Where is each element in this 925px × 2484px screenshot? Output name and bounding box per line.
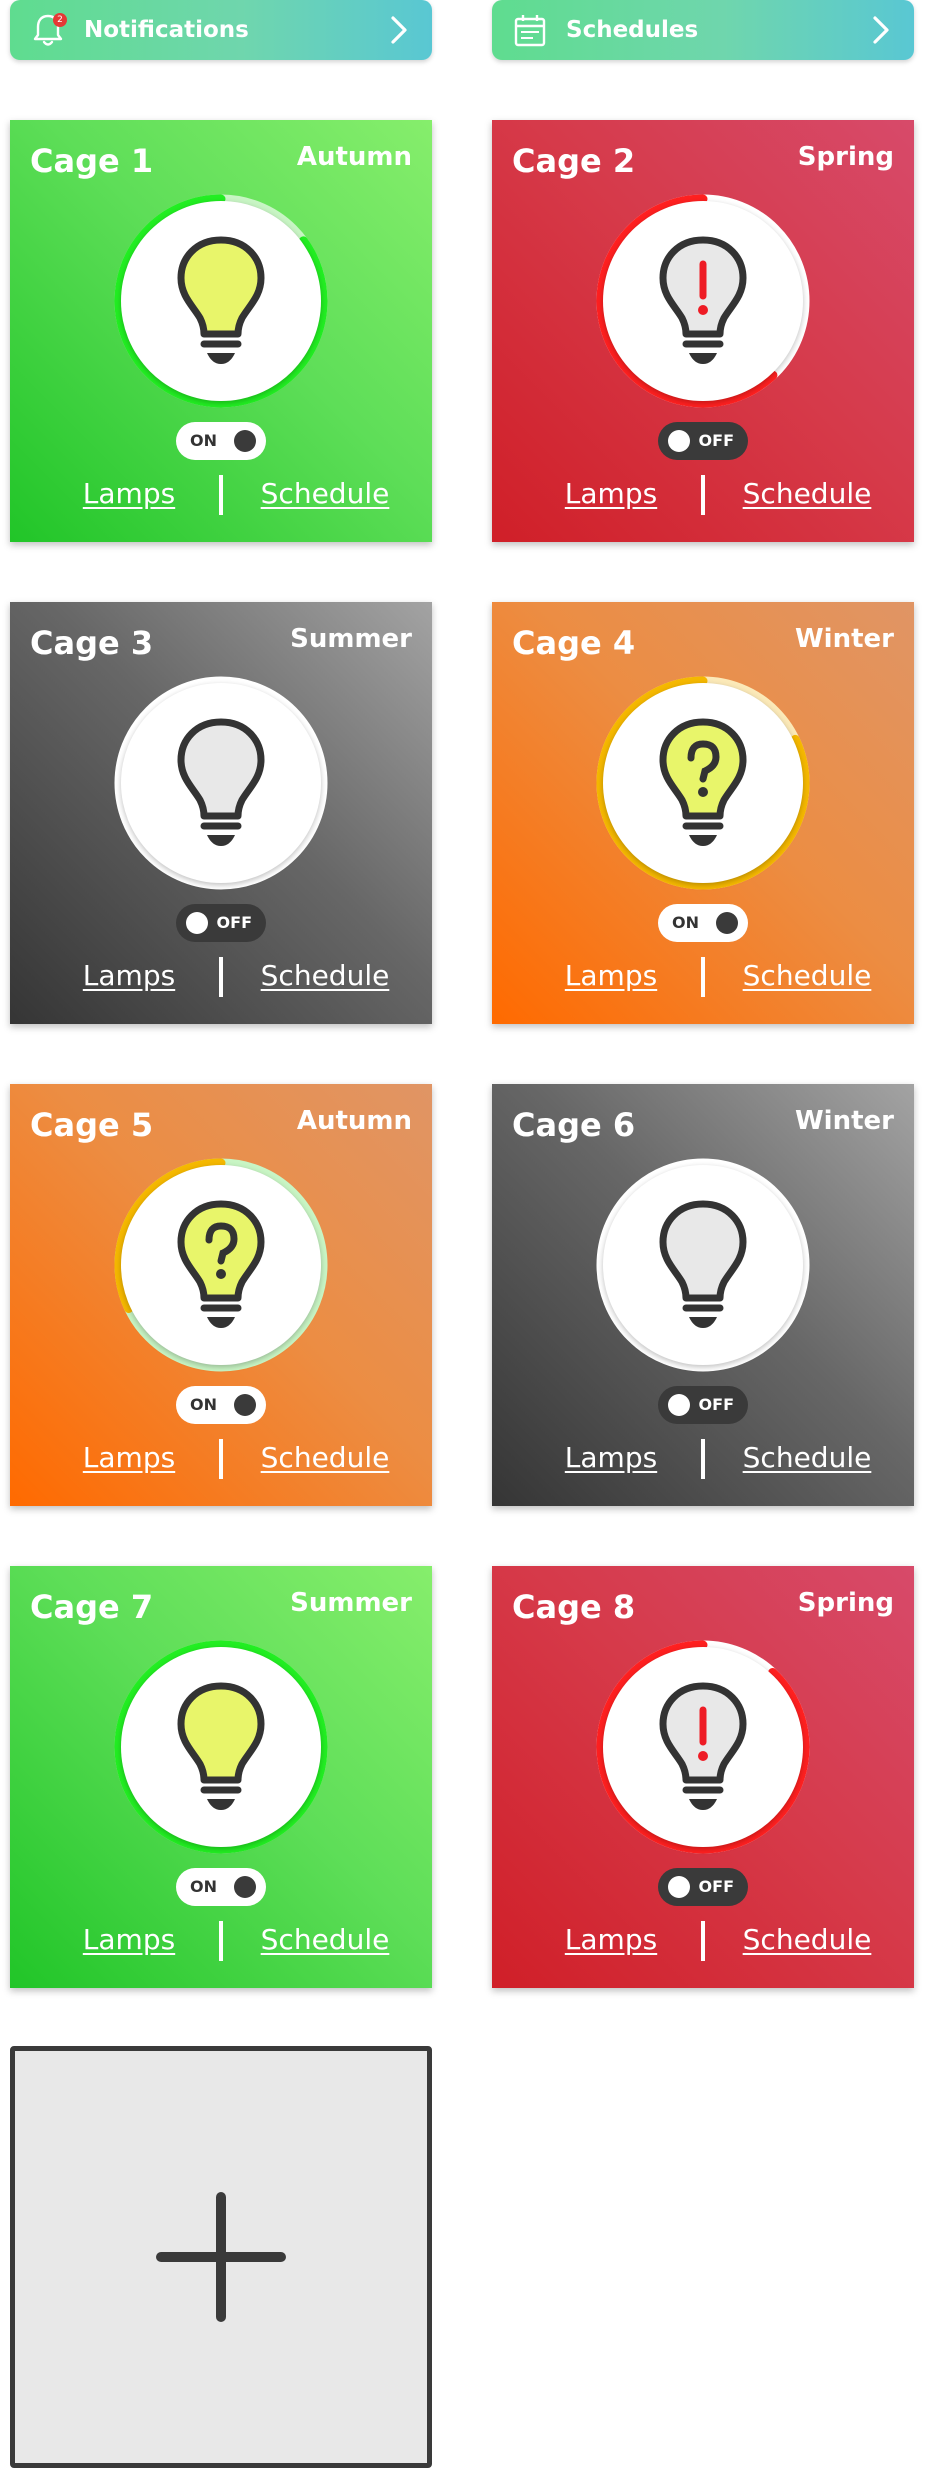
toggle-label: ON	[190, 431, 217, 450]
notification-badge: 2	[53, 13, 67, 27]
toggle-knob	[668, 1394, 690, 1416]
toggle-label: OFF	[216, 913, 252, 932]
add-cage-button[interactable]	[10, 2046, 432, 2468]
cage-name: Cage 2	[512, 142, 636, 180]
cage-season: Spring	[797, 142, 894, 172]
toggle-label: ON	[190, 1395, 217, 1414]
lamps-link[interactable]: Lamps	[74, 477, 184, 510]
toggle-label: ON	[190, 1877, 217, 1896]
cage-season: Autumn	[296, 1106, 412, 1136]
bulb-icon	[603, 1165, 803, 1365]
power-toggle[interactable]: OFF	[658, 1386, 748, 1424]
cage-card[interactable]: Cage 7 Summer ON Lamps Schedule	[10, 1566, 432, 1988]
schedule-link[interactable]: Schedule	[250, 1923, 400, 1956]
cage-name: Cage 5	[30, 1106, 154, 1144]
toggle-knob	[234, 430, 256, 452]
link-divider	[219, 957, 223, 997]
lamp-status-indicator[interactable]	[114, 194, 328, 408]
power-toggle[interactable]: ON	[176, 1868, 266, 1906]
bulb-icon	[603, 201, 803, 401]
schedules-label: Schedules	[566, 17, 699, 43]
toggle-knob	[234, 1876, 256, 1898]
lamps-link[interactable]: Lamps	[74, 959, 184, 992]
link-divider	[701, 1921, 705, 1961]
cage-card[interactable]: Cage 4 Winter ON Lamps Schedule	[492, 602, 914, 1024]
lamp-status-indicator[interactable]	[596, 194, 810, 408]
cage-name: Cage 6	[512, 1106, 636, 1144]
toggle-label: ON	[672, 913, 699, 932]
lamp-status-indicator[interactable]	[596, 1158, 810, 1372]
calendar-icon	[510, 10, 550, 50]
bell-icon: 2	[28, 10, 68, 50]
cage-card[interactable]: Cage 3 Summer OFF Lamps Schedule	[10, 602, 432, 1024]
toggle-knob	[716, 912, 738, 934]
schedule-link[interactable]: Schedule	[250, 477, 400, 510]
bulb-icon	[603, 683, 803, 883]
cage-season: Summer	[290, 624, 412, 654]
power-toggle[interactable]: ON	[176, 1386, 266, 1424]
cage-card[interactable]: Cage 5 Autumn ON Lamps Schedule	[10, 1084, 432, 1506]
link-divider	[219, 1439, 223, 1479]
bulb-icon	[603, 1647, 803, 1847]
cage-card[interactable]: Cage 8 Spring OFF Lamps Schedule	[492, 1566, 914, 1988]
lamp-status-indicator[interactable]	[114, 1640, 328, 1854]
toggle-knob	[668, 1876, 690, 1898]
toggle-knob	[234, 1394, 256, 1416]
lamps-link[interactable]: Lamps	[556, 1441, 666, 1474]
lamps-link[interactable]: Lamps	[74, 1441, 184, 1474]
bulb-icon	[121, 1647, 321, 1847]
bulb-icon	[121, 683, 321, 883]
cage-card[interactable]: Cage 1 Autumn ON Lamps Schedule	[10, 120, 432, 542]
power-toggle[interactable]: OFF	[176, 904, 266, 942]
schedule-link[interactable]: Schedule	[250, 959, 400, 992]
lamps-link[interactable]: Lamps	[556, 959, 666, 992]
schedule-link[interactable]: Schedule	[732, 959, 882, 992]
chevron-right-icon	[391, 16, 407, 44]
lamp-status-indicator[interactable]	[114, 676, 328, 890]
lamp-status-indicator[interactable]	[596, 1640, 810, 1854]
toggle-label: OFF	[698, 1877, 734, 1896]
lamps-link[interactable]: Lamps	[556, 1923, 666, 1956]
plus-icon	[156, 2192, 286, 2322]
lamps-link[interactable]: Lamps	[556, 477, 666, 510]
cage-name: Cage 3	[30, 624, 154, 662]
cage-name: Cage 4	[512, 624, 636, 662]
lamp-status-indicator[interactable]	[596, 676, 810, 890]
toggle-knob	[186, 912, 208, 934]
link-divider	[219, 1921, 223, 1961]
power-toggle[interactable]: OFF	[658, 422, 748, 460]
link-divider	[701, 957, 705, 997]
cage-card[interactable]: Cage 2 Spring OFF Lamps Schedule	[492, 120, 914, 542]
toggle-knob	[668, 430, 690, 452]
toggle-label: OFF	[698, 1395, 734, 1414]
cage-card[interactable]: Cage 6 Winter OFF Lamps Schedule	[492, 1084, 914, 1506]
link-divider	[701, 1439, 705, 1479]
cage-name: Cage 8	[512, 1588, 636, 1626]
lamp-status-indicator[interactable]	[114, 1158, 328, 1372]
cage-season: Spring	[797, 1588, 894, 1618]
schedule-link[interactable]: Schedule	[732, 1441, 882, 1474]
cage-name: Cage 1	[30, 142, 154, 180]
power-toggle[interactable]: ON	[658, 904, 748, 942]
power-toggle[interactable]: OFF	[658, 1868, 748, 1906]
power-toggle[interactable]: ON	[176, 422, 266, 460]
notifications-label: Notifications	[84, 17, 249, 43]
cage-name: Cage 7	[30, 1588, 154, 1626]
bulb-icon	[121, 201, 321, 401]
cage-season: Winter	[795, 624, 894, 654]
cage-season: Summer	[290, 1588, 412, 1618]
chevron-right-icon	[873, 16, 889, 44]
notifications-button[interactable]: 2 Notifications	[10, 0, 432, 60]
schedule-link[interactable]: Schedule	[732, 477, 882, 510]
toggle-label: OFF	[698, 431, 734, 450]
schedule-link[interactable]: Schedule	[250, 1441, 400, 1474]
bulb-icon	[121, 1165, 321, 1365]
schedules-button[interactable]: Schedules	[492, 0, 914, 60]
link-divider	[701, 475, 705, 515]
cage-season: Autumn	[296, 142, 412, 172]
link-divider	[219, 475, 223, 515]
schedule-link[interactable]: Schedule	[732, 1923, 882, 1956]
cage-season: Winter	[795, 1106, 894, 1136]
lamps-link[interactable]: Lamps	[74, 1923, 184, 1956]
